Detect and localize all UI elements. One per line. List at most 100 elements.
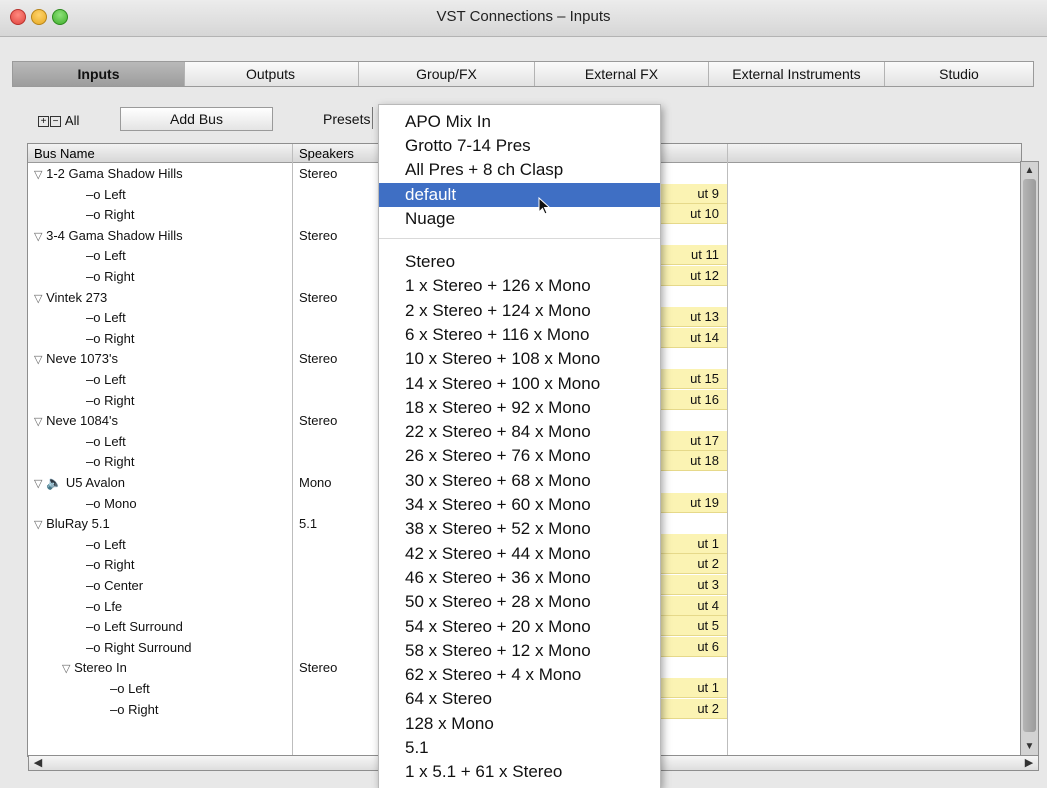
tab-inputs[interactable]: Inputs bbox=[13, 62, 185, 86]
menu-item-preset[interactable]: 18 x Stereo + 92 x Mono bbox=[379, 396, 660, 420]
channel-name-cell[interactable]: –o Right bbox=[110, 702, 158, 717]
channel-name-cell[interactable]: –o Right bbox=[86, 393, 134, 408]
bus-name-cell[interactable]: ▽ Vintek 273 bbox=[34, 290, 107, 305]
menu-item-preset[interactable]: default bbox=[379, 182, 660, 207]
menu-item-preset[interactable]: 30 x Stereo + 68 x Mono bbox=[379, 469, 660, 493]
menu-item-preset[interactable]: 34 x Stereo + 60 x Mono bbox=[379, 493, 660, 517]
channel-name-cell[interactable]: –o Left bbox=[86, 372, 126, 387]
menu-item-preset[interactable]: Grotto 7-14 Pres bbox=[379, 134, 660, 158]
channel-name-cell[interactable]: –o Left Surround bbox=[86, 619, 183, 634]
menu-item-preset[interactable]: 26 x Stereo + 76 x Mono bbox=[379, 444, 660, 468]
scroll-right-icon[interactable]: ▶ bbox=[1022, 756, 1036, 770]
channel-name-cell[interactable]: –o Right bbox=[86, 557, 134, 572]
menu-item-preset[interactable]: 1 x Stereo + 126 x Mono bbox=[379, 274, 660, 298]
bus-name-cell[interactable]: ▽ Stereo In bbox=[62, 660, 127, 675]
channel-name-cell[interactable]: –o Left bbox=[86, 537, 126, 552]
menu-item-label: 18 x Stereo + 92 x Mono bbox=[405, 397, 591, 417]
header-speakers[interactable]: Speakers bbox=[299, 146, 354, 161]
disclosure-triangle-icon[interactable]: ▽ bbox=[34, 478, 42, 490]
device-port-label: ut 9 bbox=[697, 185, 719, 201]
speakers-cell[interactable]: Mono bbox=[299, 475, 332, 490]
collapse-all-icon[interactable]: − bbox=[50, 116, 61, 128]
menu-item-preset[interactable]: 2 x Stereo + 124 x Mono bbox=[379, 299, 660, 323]
channel-name: Left Surround bbox=[104, 619, 183, 635]
menu-item-preset[interactable]: 54 x Stereo + 20 x Mono bbox=[379, 615, 660, 639]
presets-dropdown[interactable] bbox=[372, 107, 377, 129]
disclosure-triangle-icon[interactable]: ▽ bbox=[34, 354, 42, 366]
bus-name-cell[interactable]: ▽ BluRay 5.1 bbox=[34, 516, 110, 531]
channel-connector-icon: –o bbox=[86, 495, 101, 511]
channel-name-cell[interactable]: –o Left bbox=[110, 681, 150, 696]
menu-item-preset[interactable]: 22 x Stereo + 84 x Mono bbox=[379, 420, 660, 444]
channel-name-cell[interactable]: –o Right bbox=[86, 207, 134, 222]
menu-item-preset[interactable]: 6 x Stereo + 116 x Mono bbox=[379, 323, 660, 347]
menu-item-preset[interactable]: 62 x Stereo + 4 x Mono bbox=[379, 663, 660, 687]
vertical-scrollbar[interactable]: ▲ ▼ bbox=[1020, 161, 1039, 757]
tab-outputs[interactable]: Outputs bbox=[185, 62, 359, 86]
menu-item-preset[interactable]: 5.1 bbox=[379, 736, 660, 760]
channel-name-cell[interactable]: –o Right bbox=[86, 454, 134, 469]
disclosure-triangle-icon[interactable]: ▽ bbox=[34, 169, 42, 181]
channel-name-cell[interactable]: –o Left bbox=[86, 187, 126, 202]
expand-all-icon[interactable]: + bbox=[38, 116, 49, 128]
scroll-up-icon[interactable]: ▲ bbox=[1022, 164, 1037, 178]
menu-item-preset[interactable]: 128 x Mono bbox=[379, 712, 660, 736]
bus-name-cell[interactable]: ▽ 🔈 U5 Avalon bbox=[34, 475, 125, 491]
scroll-left-icon[interactable]: ◀ bbox=[31, 756, 45, 770]
channel-connector-icon: –o bbox=[86, 536, 101, 552]
disclosure-triangle-icon[interactable]: ▽ bbox=[62, 663, 70, 675]
channel-name-cell[interactable]: –o Center bbox=[86, 578, 143, 593]
bus-name-cell[interactable]: ▽ Neve 1084's bbox=[34, 413, 118, 428]
menu-item-preset[interactable]: 38 x Stereo + 52 x Mono bbox=[379, 517, 660, 541]
speakers-cell[interactable]: Stereo bbox=[299, 166, 337, 181]
disclosure-triangle-icon[interactable]: ▽ bbox=[34, 519, 42, 531]
menu-item-preset[interactable]: 14 x Stereo + 100 x Mono bbox=[379, 372, 660, 396]
speakers-cell[interactable]: Stereo bbox=[299, 228, 337, 243]
tab-studio[interactable]: Studio bbox=[885, 62, 1033, 86]
channel-name-cell[interactable]: –o Right bbox=[86, 269, 134, 284]
header-bus-name[interactable]: Bus Name bbox=[34, 146, 95, 161]
channel-name-cell[interactable]: –o Left bbox=[86, 434, 126, 449]
channel-name-cell[interactable]: –o Left bbox=[86, 310, 126, 325]
channel-name-cell[interactable]: –o Right bbox=[86, 331, 134, 346]
channel-name: Right bbox=[104, 454, 135, 470]
menu-item-preset[interactable]: Stereo bbox=[379, 250, 660, 274]
bus-name-cell[interactable]: ▽ Neve 1073's bbox=[34, 351, 118, 366]
channel-name-cell[interactable]: –o Left bbox=[86, 248, 126, 263]
menu-item-preset[interactable]: Nuage bbox=[379, 207, 660, 231]
device-port-label: ut 2 bbox=[697, 556, 719, 572]
bus-name-cell[interactable]: ▽ 3-4 Gama Shadow Hills bbox=[34, 228, 183, 243]
speakers-cell[interactable]: Stereo bbox=[299, 660, 337, 675]
menu-item-preset[interactable]: All Pres + 8 ch Clasp bbox=[379, 158, 660, 182]
menu-item-preset[interactable]: APO Mix In bbox=[379, 110, 660, 134]
menu-item-preset[interactable]: 42 x Stereo + 44 x Mono bbox=[379, 542, 660, 566]
bus-name-cell[interactable]: ▽ 1-2 Gama Shadow Hills bbox=[34, 166, 183, 181]
channel-name-cell[interactable]: –o Lfe bbox=[86, 599, 122, 614]
channel-connector-icon: –o bbox=[86, 454, 101, 470]
speakers-cell[interactable]: Stereo bbox=[299, 351, 337, 366]
menu-item-preset[interactable]: 58 x Stereo + 12 x Mono bbox=[379, 639, 660, 663]
channel-name-cell[interactable]: –o Mono bbox=[86, 496, 137, 511]
add-bus-button[interactable]: Add Bus bbox=[120, 107, 273, 131]
speakers-cell[interactable]: Stereo bbox=[299, 413, 337, 428]
menu-item-preset[interactable]: 46 x Stereo + 36 x Mono bbox=[379, 566, 660, 590]
scroll-down-icon[interactable]: ▼ bbox=[1022, 740, 1037, 754]
channel-name: Center bbox=[104, 578, 144, 593]
tab-external-instruments[interactable]: External Instruments bbox=[709, 62, 885, 86]
menu-item-preset[interactable]: 50 x Stereo + 28 x Mono bbox=[379, 590, 660, 614]
device-port-label: ut 4 bbox=[697, 597, 719, 613]
channel-name-cell[interactable]: –o Right Surround bbox=[86, 640, 192, 655]
menu-item-preset[interactable]: 1 x 5.1 + 61 x Stereo bbox=[379, 760, 660, 784]
tab-external-fx[interactable]: External FX bbox=[535, 62, 709, 86]
speakers-cell[interactable]: 5.1 bbox=[299, 516, 317, 531]
scroll-thumb[interactable] bbox=[1023, 179, 1036, 732]
disclosure-triangle-icon[interactable]: ▽ bbox=[34, 231, 42, 243]
disclosure-triangle-icon[interactable]: ▽ bbox=[34, 293, 42, 305]
tab-group-fx[interactable]: Group/FX bbox=[359, 62, 535, 86]
disclosure-triangle-icon[interactable]: ▽ bbox=[34, 416, 42, 428]
menu-item-preset[interactable]: 10 x Stereo + 108 x Mono bbox=[379, 347, 660, 371]
menu-item-label: 22 x Stereo + 84 x Mono bbox=[405, 422, 591, 442]
audio-speaker-icon[interactable]: 🔈 bbox=[46, 475, 62, 490]
speakers-cell[interactable]: Stereo bbox=[299, 290, 337, 305]
menu-item-preset[interactable]: 64 x Stereo bbox=[379, 687, 660, 711]
